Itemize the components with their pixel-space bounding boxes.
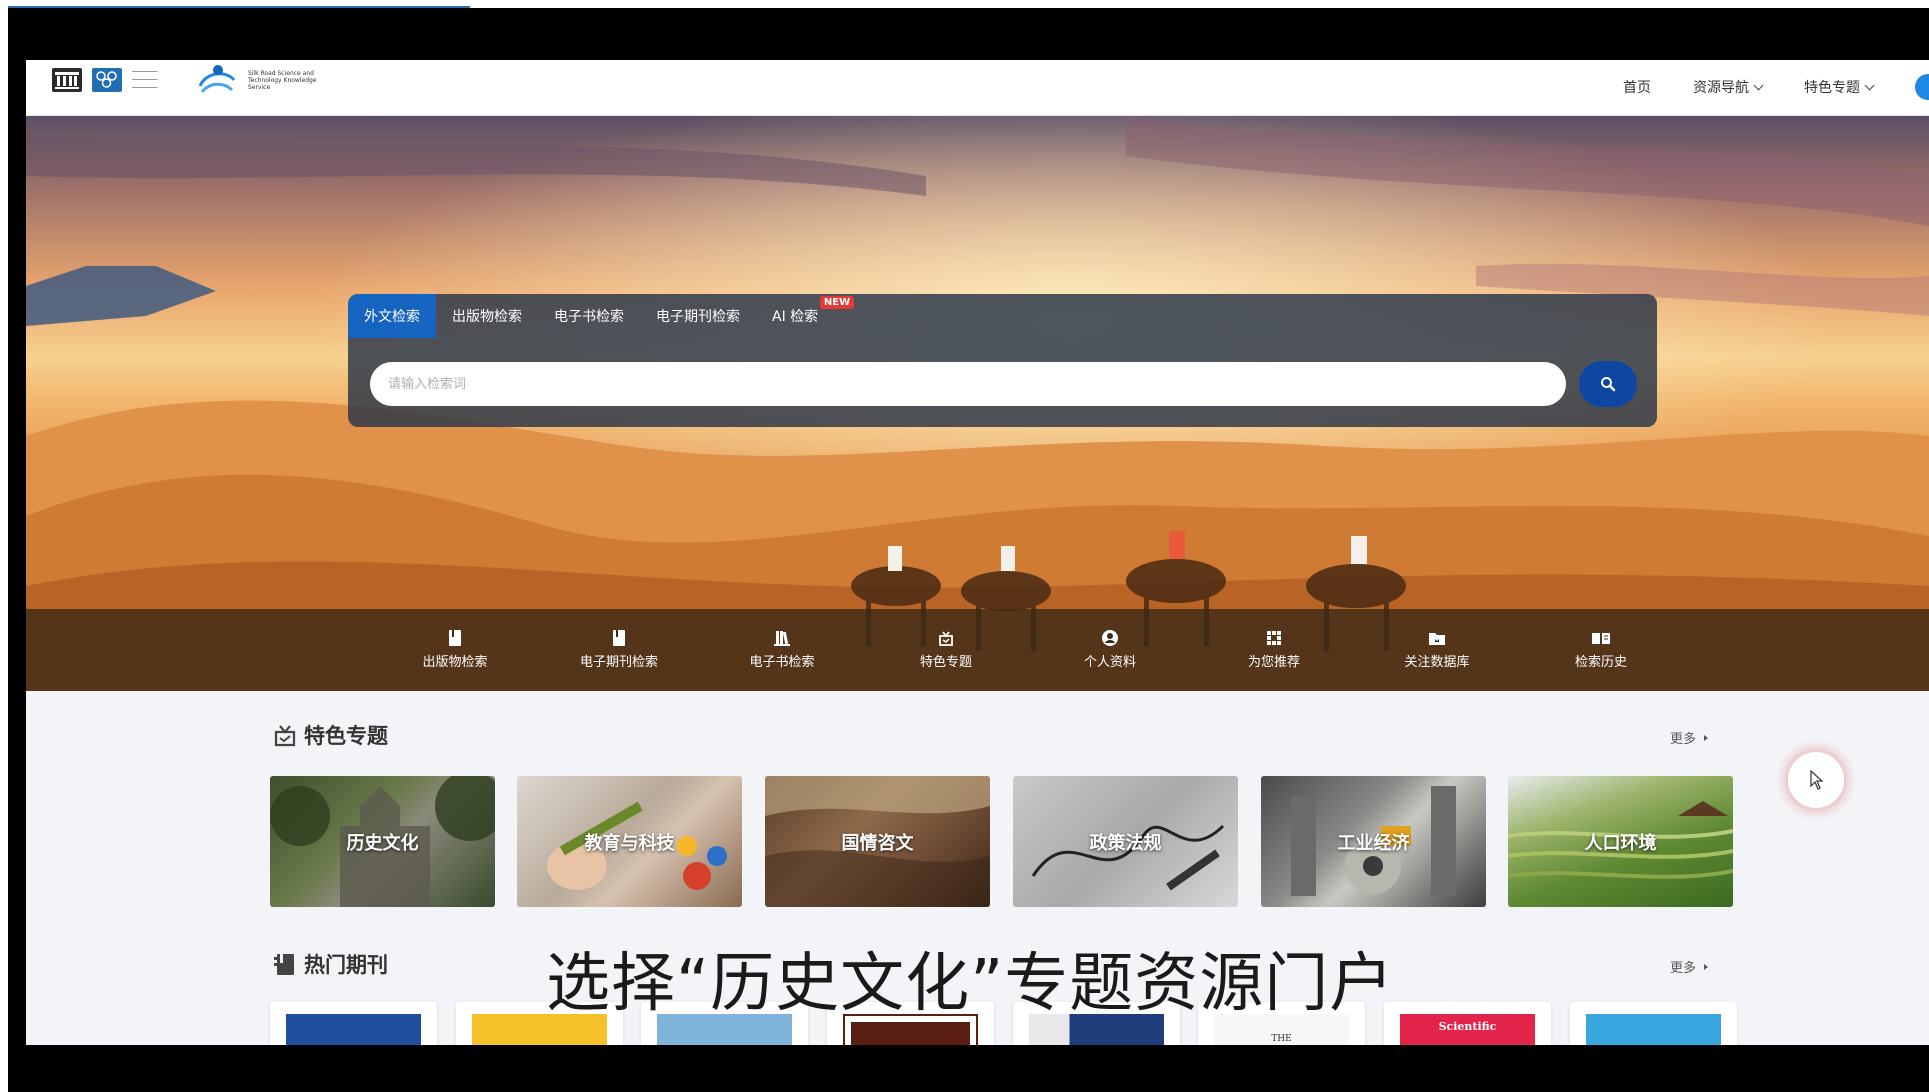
nav-featured-topics[interactable]: 特色专题 bbox=[1804, 77, 1875, 97]
chevron-down-icon bbox=[1864, 80, 1875, 90]
tab-label: 电子书检索 bbox=[554, 309, 624, 325]
new-badge: NEW bbox=[819, 296, 855, 309]
journal-cover bbox=[1586, 1014, 1721, 1045]
quick-profile[interactable]: 个人资料 bbox=[1055, 627, 1165, 670]
tab-label: 出版物检索 bbox=[452, 309, 522, 325]
topic-label: 历史文化 bbox=[346, 832, 419, 854]
logo-title: Silk Road Science and Technology Knowled… bbox=[248, 69, 317, 91]
journal-cover: Scientific bbox=[1400, 1014, 1535, 1045]
section-title-text: 热门期刊 bbox=[304, 953, 388, 977]
library-icon bbox=[774, 631, 790, 646]
iknst-logo bbox=[92, 68, 122, 92]
quick-label: 为您推荐 bbox=[1247, 655, 1300, 670]
nav-resource-navigation[interactable]: 资源导航 bbox=[1693, 77, 1764, 97]
journals-section-title: 热门期刊 bbox=[272, 949, 388, 979]
quick-label: 个人资料 bbox=[1083, 655, 1136, 670]
gift-box-icon bbox=[939, 631, 953, 646]
journal-card[interactable]: Scientific bbox=[1384, 1002, 1551, 1045]
window-frame-left bbox=[0, 0, 8, 1092]
quick-label: 关注数据库 bbox=[1404, 655, 1470, 670]
quick-ejournal-search[interactable]: 电子期刊检索 bbox=[564, 627, 674, 670]
logo-group[interactable]: ────── ────── ────── Silk Road Science and… bbox=[52, 60, 328, 100]
window-frame-top bbox=[0, 0, 1929, 8]
featured-section-title: 特色专题 bbox=[272, 720, 388, 750]
nav-home[interactable]: 首页 bbox=[1623, 77, 1651, 97]
topic-label: 政策法规 bbox=[1089, 832, 1162, 854]
quick-ebook-search[interactable]: 电子书检索 bbox=[727, 627, 837, 670]
caret-right-icon bbox=[1704, 963, 1709, 970]
caret-right-icon bbox=[1704, 734, 1709, 741]
browser-viewport: ────── ────── ────── Silk Road Science and… bbox=[26, 60, 1929, 1045]
tab-publication-search[interactable]: 出版物检索 bbox=[436, 294, 538, 338]
nav-featured-label: 特色专题 bbox=[1804, 80, 1860, 96]
nav-resource-label: 资源导航 bbox=[1693, 80, 1749, 96]
featured-more-link[interactable]: 更多 bbox=[1670, 728, 1709, 747]
tab-ejournal-search[interactable]: 电子期刊检索 bbox=[640, 294, 756, 338]
top-nav: 首页 资源导航 特色专题 bbox=[1623, 74, 1929, 100]
pointer-cursor-icon bbox=[1810, 770, 1824, 790]
journal-cover bbox=[286, 1014, 421, 1045]
folder-icon bbox=[1429, 633, 1445, 645]
topic-label: 人口环境 bbox=[1584, 832, 1657, 854]
more-label: 更多 bbox=[1670, 961, 1697, 976]
user-circle-icon bbox=[1102, 630, 1118, 646]
tab-label: 电子期刊检索 bbox=[656, 309, 740, 325]
tab-foreign-search[interactable]: 外文检索 bbox=[348, 294, 436, 338]
journal-card[interactable] bbox=[1570, 1002, 1737, 1045]
topic-card-population-environment[interactable]: 人口环境 bbox=[1508, 776, 1733, 907]
quick-publication-search[interactable]: 出版物检索 bbox=[400, 627, 510, 670]
quick-search-history[interactable]: 检索历史 bbox=[1546, 627, 1656, 670]
hero-banner: 外文检索 出版物检索 电子书检索 电子期刊检索 AI 检索NEW 出版物检索 电… bbox=[26, 116, 1929, 691]
nav-home-label: 首页 bbox=[1623, 80, 1651, 96]
tab-ebook-search[interactable]: 电子书检索 bbox=[538, 294, 640, 338]
chevron-down-icon bbox=[1753, 80, 1764, 90]
gift-box-icon bbox=[274, 725, 296, 747]
tab-label: AI 检索 bbox=[772, 309, 819, 325]
book-icon bbox=[449, 630, 461, 646]
search-panel: 外文检索 出版物检索 电子书检索 电子期刊检索 AI 检索 NEW bbox=[348, 294, 1657, 427]
video-caption: 选择“历史文化”专题资源门户 bbox=[546, 947, 1395, 1021]
open-book-icon bbox=[1592, 633, 1610, 644]
quick-featured-topics[interactable]: 特色专题 bbox=[891, 627, 1001, 670]
quick-label: 电子期刊检索 bbox=[579, 655, 658, 670]
topic-label: 国情咨文 bbox=[841, 832, 914, 854]
journal-card[interactable] bbox=[270, 1002, 437, 1045]
quick-access-bar: 出版物检索 电子期刊检索 电子书检索 特色专题 个人资料 为您推荐 关注数据库 … bbox=[26, 609, 1929, 691]
quick-label: 出版物检索 bbox=[422, 655, 488, 670]
tab-ai-search[interactable]: AI 检索 NEW bbox=[756, 294, 855, 338]
journal-icon bbox=[613, 630, 625, 646]
search-icon bbox=[1601, 377, 1616, 392]
quick-label: 检索历史 bbox=[1574, 655, 1627, 670]
topic-card-policy-law[interactable]: 政策法规 bbox=[1013, 776, 1238, 907]
topic-label: 工业经济 bbox=[1337, 832, 1410, 854]
grid-icon bbox=[1267, 631, 1281, 645]
topic-card-education-tech[interactable]: 教育与科技 bbox=[517, 776, 742, 907]
unesco-logo bbox=[52, 68, 82, 92]
topic-label: 教育与科技 bbox=[584, 832, 675, 854]
search-tabs: 外文检索 出版物检索 电子书检索 电子期刊检索 AI 检索 NEW bbox=[348, 294, 855, 338]
topic-card-industrial-economy[interactable]: 工业经济 bbox=[1261, 776, 1486, 907]
avatar[interactable] bbox=[1915, 74, 1929, 100]
section-title-text: 特色专题 bbox=[304, 724, 388, 748]
quick-label: 电子书检索 bbox=[749, 655, 815, 670]
quick-followed-databases[interactable]: 关注数据库 bbox=[1382, 627, 1492, 670]
tab-label: 外文检索 bbox=[364, 309, 420, 325]
silk-road-logo bbox=[196, 62, 238, 98]
quick-recommended[interactable]: 为您推荐 bbox=[1219, 627, 1329, 670]
mouse-cursor-highlight bbox=[1788, 752, 1844, 808]
more-label: 更多 bbox=[1670, 732, 1697, 747]
search-button[interactable] bbox=[1579, 361, 1637, 407]
journals-more-link[interactable]: 更多 bbox=[1670, 957, 1709, 976]
quick-label: 特色专题 bbox=[919, 655, 972, 670]
topic-card-state-of-nation[interactable]: 国情咨文 bbox=[765, 776, 990, 907]
search-input[interactable] bbox=[370, 362, 1566, 406]
site-header: ────── ────── ────── Silk Road Science and… bbox=[26, 60, 1929, 116]
logo-caption: ────── ────── ────── bbox=[132, 68, 158, 92]
journal-icon bbox=[274, 954, 294, 975]
topic-card-history-culture[interactable]: 历史文化 bbox=[270, 776, 495, 907]
